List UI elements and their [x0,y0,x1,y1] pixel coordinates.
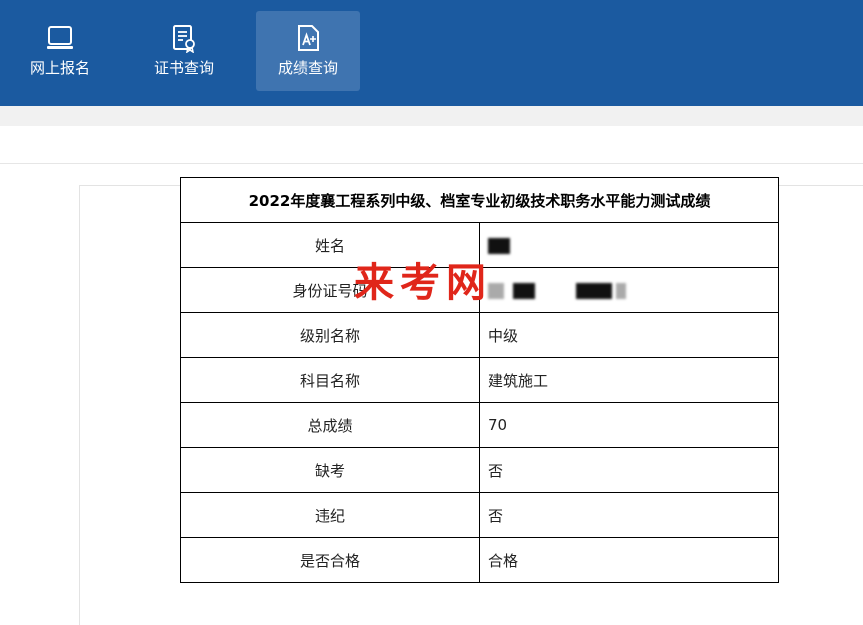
row-value-name-redacted [479,222,779,268]
row-value: 中级 [479,312,779,358]
table-row: 身份证号码 [180,267,779,313]
table-row: 缺考 否 [180,447,779,493]
redaction-mark [488,282,504,299]
redaction-mark [616,282,627,299]
row-label: 身份证号码 [180,267,480,313]
sub-bar [0,126,863,164]
nav-label: 网上报名 [29,59,90,77]
row-value: 否 [479,447,779,493]
redaction-mark [512,282,535,299]
redaction-mark [575,282,612,299]
table-row: 总成绩 70 [180,402,779,448]
table-row: 是否合格 合格 [180,537,779,583]
nav-label: 证书查询 [153,59,214,77]
row-label: 科目名称 [180,357,480,403]
row-value: 建筑施工 [479,357,779,403]
table-row: 姓名 [180,222,779,268]
row-label: 是否合格 [180,537,480,583]
redaction-mark [488,237,510,254]
row-value: 70 [479,402,779,448]
certificate-icon [173,25,195,53]
row-label: 缺考 [180,447,480,493]
result-title: 2022年度襄工程系列中级、档室专业初级技术职务水平能力测试成绩 [180,177,779,223]
table-row: 科目名称 建筑施工 [180,357,779,403]
laptop-icon [47,26,73,49]
table-row: 级别名称 中级 [180,312,779,358]
table-row: 违纪 否 [180,492,779,538]
score-icon [298,25,319,51]
table-title-row: 2022年度襄工程系列中级、档室专业初级技术职务水平能力测试成绩 [180,177,779,223]
nav-label: 成绩查询 [277,59,338,77]
row-label: 姓名 [180,222,480,268]
nav-score-query[interactable]: 成绩查询 [256,11,360,91]
top-navigation-bar: 网上报名 证书查询 成绩查询 [0,0,863,106]
row-label: 违纪 [180,492,480,538]
nav-online-registration[interactable]: 网上报名 [8,11,112,91]
nav-certificate-query[interactable]: 证书查询 [132,11,236,91]
row-value: 合格 [479,537,779,583]
score-result-table: 2022年度襄工程系列中级、档室专业初级技术职务水平能力测试成绩 姓名 身份证号… [180,177,779,583]
row-value: 否 [479,492,779,538]
row-value-id-redacted [479,267,779,313]
row-label: 总成绩 [180,402,480,448]
gray-band [0,106,863,126]
row-label: 级别名称 [180,312,480,358]
